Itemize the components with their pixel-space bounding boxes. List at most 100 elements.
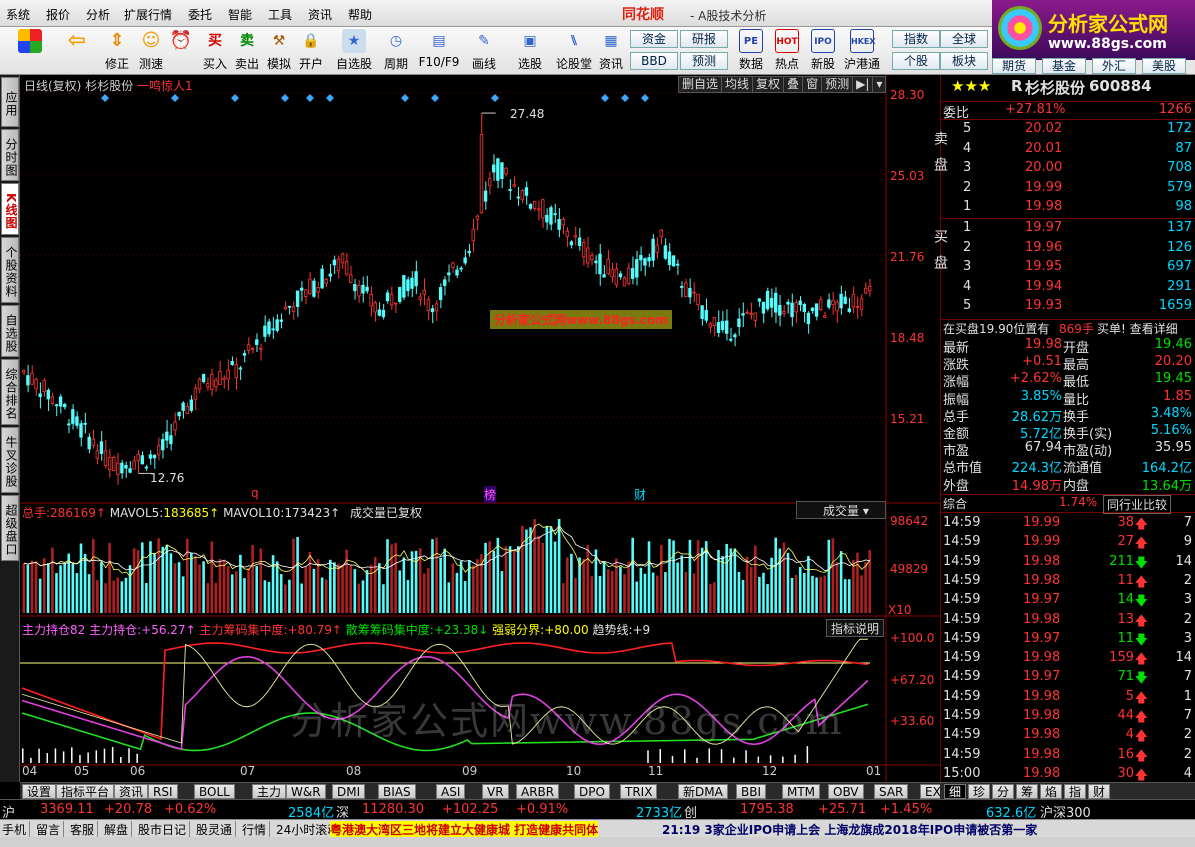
indicator-tab[interactable]: BBI xyxy=(736,784,767,799)
tab-profile[interactable]: 个股资料 xyxy=(1,237,19,303)
indicator-tab[interactable]: TRIX xyxy=(620,784,658,799)
sell-level-row[interactable]: 5 20.02 172 xyxy=(941,121,1195,140)
indicator-tab[interactable]: 主力 xyxy=(252,784,287,799)
buy-level-row[interactable]: 3 19.95 697 xyxy=(941,259,1195,278)
fund-button[interactable]: 基金 xyxy=(1042,58,1086,74)
global-button[interactable]: 全球 xyxy=(940,30,988,48)
remove-watch-button[interactable]: 删自选 xyxy=(679,77,723,92)
buy-level-row[interactable]: 4 19.94 291 xyxy=(941,279,1195,298)
sell-level-row[interactable]: 1 19.98 98 xyxy=(941,199,1195,218)
sell-level-row[interactable]: 2 19.99 579 xyxy=(941,180,1195,199)
event-marker-cai[interactable]: 财 xyxy=(634,486,646,503)
sz-index[interactable]: 11280.30 xyxy=(362,802,424,817)
us-stock-button[interactable]: 美股 xyxy=(1142,58,1186,74)
indicator-tab[interactable]: DMI xyxy=(332,784,366,799)
indicator-tab[interactable]: SAR xyxy=(874,784,909,799)
adjust-button[interactable]: 复权 xyxy=(753,77,785,92)
stock-picker-button[interactable]: ▣ 选股 xyxy=(512,29,548,73)
sh-index[interactable]: 3369.11 xyxy=(40,802,94,817)
cy-index[interactable]: 1795.38 xyxy=(740,802,794,817)
event-marker-q[interactable]: q xyxy=(251,486,259,500)
status-tab[interactable]: 行情 xyxy=(242,821,271,838)
indicator-tab[interactable]: W&R xyxy=(286,784,326,799)
quote-tab[interactable]: 分 xyxy=(992,784,1015,799)
buy-level-row[interactable]: 5 19.93 1659 xyxy=(941,298,1195,317)
menu-news[interactable]: 资讯 xyxy=(308,6,332,23)
window-button[interactable]: 窗 xyxy=(803,77,823,92)
bbd-button[interactable]: BBD xyxy=(630,52,678,70)
research-button[interactable]: 研报 xyxy=(680,30,728,48)
next-arrow-icon[interactable]: ▶| xyxy=(853,77,874,92)
hotspot-button[interactable]: HOT 热点 xyxy=(772,29,802,73)
forex-button[interactable]: 外汇 xyxy=(1092,58,1136,74)
tab-ranking[interactable]: 综合排名 xyxy=(1,359,19,425)
menu-smart[interactable]: 智能 xyxy=(228,6,252,23)
forum-button[interactable]: ⑊ 论股堂 xyxy=(554,29,594,73)
indicator-tab[interactable]: 资讯 xyxy=(114,784,149,799)
indicator-tab[interactable]: DPO xyxy=(574,784,610,799)
tab-apps[interactable]: 应用 xyxy=(1,77,19,127)
quote-tab[interactable]: 珍 xyxy=(968,784,991,799)
news-ticker-2[interactable]: 21:19 3家企业IPO申请上会 上海龙旗成2018年IPO申请被否第一家 xyxy=(662,821,1037,838)
compare-button[interactable]: 同行业比较 xyxy=(1103,495,1172,514)
indicator-tab[interactable]: BIAS xyxy=(378,784,416,799)
status-tab[interactable]: 留言 xyxy=(36,821,65,838)
period-label[interactable]: 日线(复权) xyxy=(24,79,81,93)
index-button[interactable]: 指数 xyxy=(892,30,940,48)
watchlist-button[interactable]: ★ 自选股 xyxy=(334,29,374,73)
indicator-help-button[interactable]: 指标说明 xyxy=(826,619,884,637)
tab-kline[interactable]: K线图 xyxy=(1,183,19,235)
status-tab[interactable]: 解盘 xyxy=(104,821,133,838)
news-button[interactable]: ▦ 资讯 xyxy=(594,29,628,73)
menu-system[interactable]: 系统 xyxy=(6,6,30,23)
draw-line-button[interactable]: ✎ 画线 xyxy=(466,29,502,73)
back-button[interactable]: ⇦ xyxy=(60,29,94,73)
indicator-tab[interactable]: RSI xyxy=(148,784,178,799)
indicator-tab[interactable]: 指标平台 xyxy=(56,784,115,799)
menu-quote[interactable]: 报价 xyxy=(46,6,70,23)
quote-tab[interactable]: 指 xyxy=(1064,784,1087,799)
period-button[interactable]: ◷ 周期 xyxy=(378,29,414,73)
tab-diagnosis[interactable]: 牛叉诊股 xyxy=(1,427,19,493)
new-stock-button[interactable]: IPO 新股 xyxy=(808,29,838,73)
sell-level-row[interactable]: 3 20.00 708 xyxy=(941,160,1195,179)
indicator-dropdown[interactable]: 成交量 ▾ xyxy=(796,501,886,519)
indicator-tab[interactable]: ARBR xyxy=(516,784,560,799)
quote-tab[interactable]: 财 xyxy=(1088,784,1111,799)
kline-chart[interactable] xyxy=(20,75,940,782)
data-button[interactable]: PE 数据 xyxy=(736,29,766,73)
menu-extended[interactable]: 扩展行情 xyxy=(124,6,172,23)
indicator-tab[interactable]: OBV xyxy=(828,784,864,799)
clock-tool-button[interactable]: ⏰ xyxy=(164,29,198,73)
open-account-button[interactable]: 🔒 开户 xyxy=(296,29,326,73)
hk-connect-button[interactable]: HKEX 沪港通 xyxy=(842,29,882,73)
menu-tools[interactable]: 工具 xyxy=(268,6,292,23)
quote-tab[interactable]: 焰 xyxy=(1040,784,1063,799)
news-ticker-1[interactable]: 粤港澳大湾区三地将建立大健康城 打造健康共同体 xyxy=(330,821,599,838)
indicator-tab[interactable]: BOLL xyxy=(194,784,235,799)
indicator-tab[interactable]: MTM xyxy=(782,784,821,799)
status-tab[interactable]: 股灵通 xyxy=(196,821,237,838)
sector-button[interactable]: 板块 xyxy=(940,52,988,70)
chevron-down-icon[interactable]: ▾ xyxy=(873,77,885,92)
indicator-tab[interactable]: ASI xyxy=(436,784,466,799)
indicator-tab[interactable]: 设置 xyxy=(22,784,57,799)
f10-button[interactable]: ▤ F10/F9 xyxy=(418,29,460,73)
speedtest-button[interactable]: ☺ 测速 xyxy=(134,29,168,73)
funds-button[interactable]: 资金 xyxy=(630,30,678,48)
revise-button[interactable]: ⇕ 修正 xyxy=(100,29,134,73)
tab-super-level2[interactable]: 超级盘口 xyxy=(1,495,19,561)
menu-order[interactable]: 委托 xyxy=(188,6,212,23)
indicator-tab[interactable]: VR xyxy=(482,784,509,799)
simulate-button[interactable]: ⚒ 模拟 xyxy=(264,29,294,73)
buy-button[interactable]: 买 买入 xyxy=(200,29,230,73)
buy-level-row[interactable]: 1 19.97 137 xyxy=(941,220,1195,239)
status-tab[interactable]: 客服 xyxy=(70,821,99,838)
menu-analysis[interactable]: 分析 xyxy=(86,6,110,23)
quote-tab[interactable]: 细 xyxy=(944,784,967,799)
toolbar-color-button[interactable] xyxy=(14,29,46,73)
sell-level-row[interactable]: 4 20.01 87 xyxy=(941,141,1195,160)
tab-watchlist[interactable]: 自选股 xyxy=(1,305,19,357)
predict-button[interactable]: 预测 xyxy=(822,77,854,92)
stock-button[interactable]: 个股 xyxy=(892,52,940,70)
